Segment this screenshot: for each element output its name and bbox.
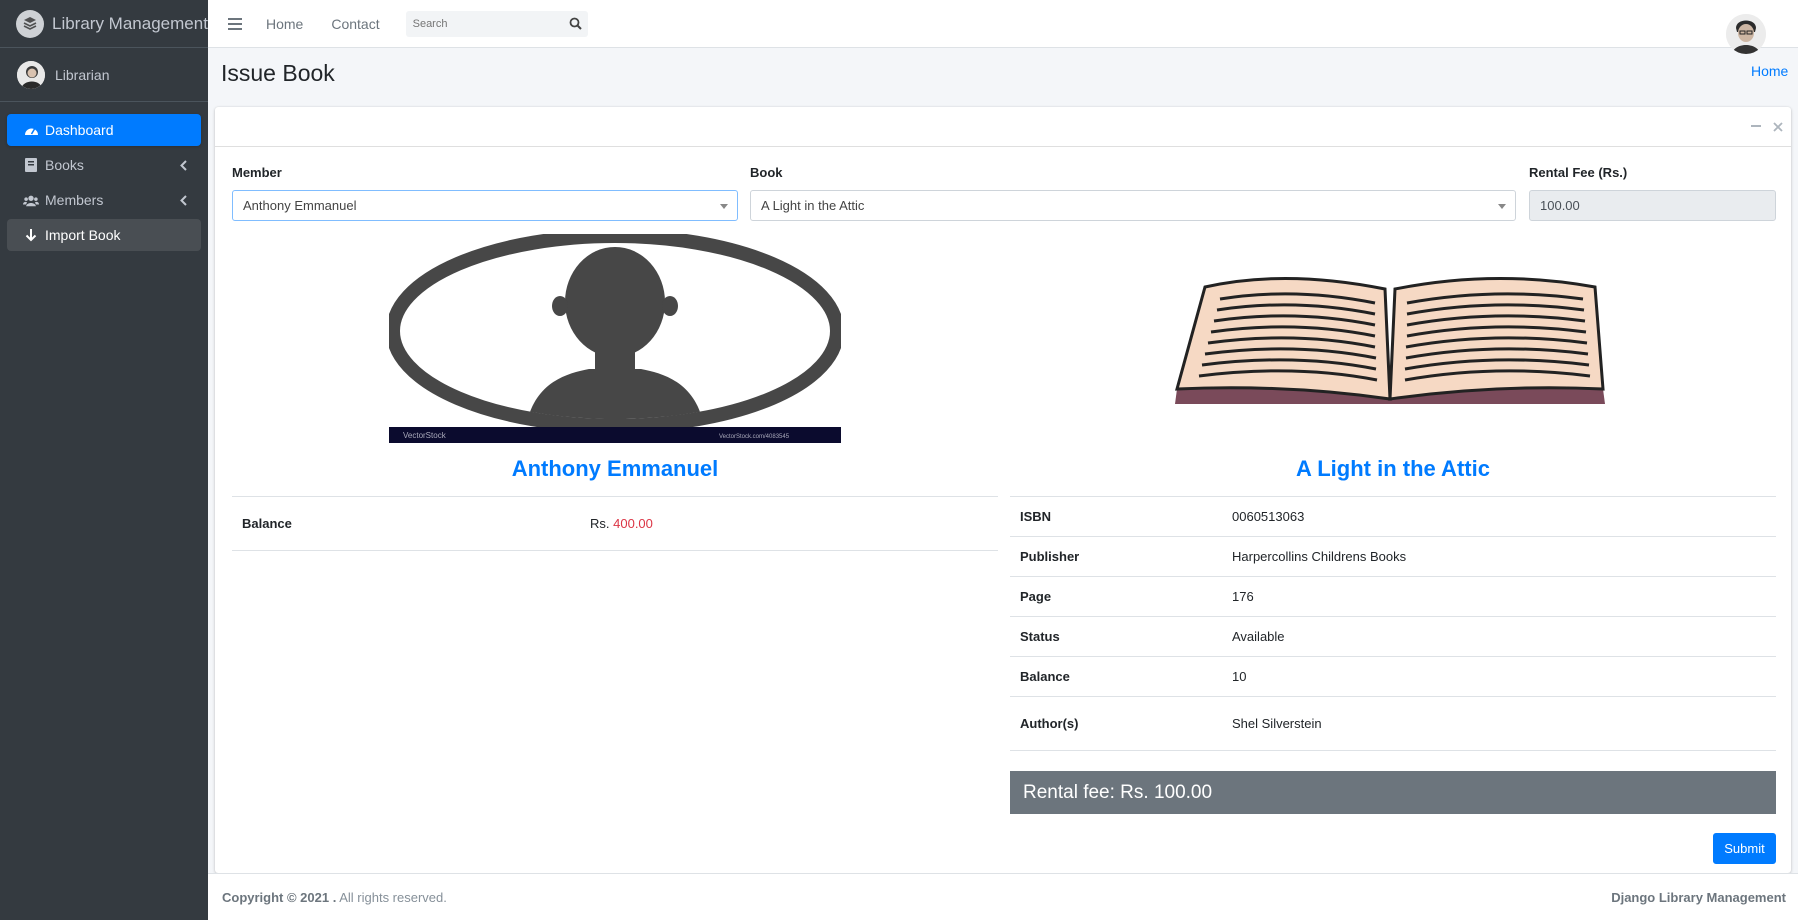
table-row: ISBN 0060513063 xyxy=(1010,497,1776,537)
submit-button[interactable]: Submit xyxy=(1713,833,1776,864)
table-row: Balance Rs. 400.00 xyxy=(232,497,998,551)
book-info-table: ISBN 0060513063 Publisher Harpercollins Ch… xyxy=(1010,496,1776,751)
sidebar-item-members[interactable]: Members xyxy=(7,184,201,216)
footer: Copyright © 2021 . All rights reserved. … xyxy=(208,873,1798,920)
rental-fee-input[interactable]: 100.00 xyxy=(1529,190,1776,221)
chevron-left-icon xyxy=(180,158,187,174)
arrow-down-icon xyxy=(23,228,39,242)
issue-book-card: Member Anthony Emmanuel Book A Light in … xyxy=(215,107,1791,873)
chevron-left-icon xyxy=(180,193,187,209)
nav-link-home[interactable]: Home xyxy=(266,16,303,32)
table-value: Harpercollins Childrens Books xyxy=(1232,549,1407,564)
member-info-table: Balance Rs. 400.00 xyxy=(232,496,998,551)
users-icon xyxy=(23,194,39,207)
book-select[interactable]: A Light in the Attic xyxy=(750,190,1516,221)
member-name-heading: Anthony Emmanuel xyxy=(511,456,719,481)
card-tools xyxy=(1751,119,1783,135)
balance-prefix: Rs. xyxy=(590,516,610,531)
user-avatar[interactable] xyxy=(1726,14,1766,54)
sidebar: Library Management Librarian Dashboard B… xyxy=(0,0,208,920)
tachometer-icon xyxy=(23,124,39,137)
watermark-text: VectorStock xyxy=(403,431,447,440)
sidebar-item-label: Members xyxy=(45,192,104,208)
library-logo-icon xyxy=(16,9,44,38)
table-row: Page 176 xyxy=(1010,577,1776,617)
user-panel[interactable]: Librarian xyxy=(0,48,208,102)
table-key: Status xyxy=(1020,629,1060,644)
member-select-value: Anthony Emmanuel xyxy=(243,198,357,213)
user-name[interactable]: Librarian xyxy=(55,67,109,83)
table-value: 0060513063 xyxy=(1232,509,1305,524)
sidebar-item-books[interactable]: Books xyxy=(7,149,201,181)
sidebar-nav: Dashboard Books Members Import Book xyxy=(0,102,208,266)
rental-fee-summary: Rental fee: Rs. 100.00 xyxy=(1010,771,1776,814)
member-label: Member xyxy=(232,165,282,180)
sidebar-item-dashboard[interactable]: Dashboard xyxy=(7,114,201,146)
search-box xyxy=(405,10,588,37)
table-key: Balance xyxy=(1020,669,1070,684)
dropdown-caret-icon xyxy=(720,204,728,209)
table-value: 176 xyxy=(1232,589,1254,604)
table-value: Rs. 400.00 xyxy=(590,516,653,531)
dropdown-caret-icon xyxy=(1498,204,1506,209)
search-icon[interactable] xyxy=(569,17,582,33)
table-key: Page xyxy=(1020,589,1052,604)
breadcrumb-home[interactable]: Home xyxy=(1751,63,1788,79)
book-label: Book xyxy=(750,165,783,180)
rights-text: All rights reserved. xyxy=(336,890,447,905)
book-icon xyxy=(23,158,39,172)
table-value: Shel Silverstein xyxy=(1232,716,1322,731)
table-key: Balance xyxy=(242,516,292,531)
nav-link-contact[interactable]: Contact xyxy=(331,16,379,32)
footer-app-name: Django Library Management xyxy=(1611,890,1786,905)
table-key: ISBN xyxy=(1020,509,1052,524)
page-title: Issue Book xyxy=(221,60,335,86)
table-key: Author(s) xyxy=(1020,716,1079,731)
footer-copyright: Copyright © 2021 . All rights reserved. xyxy=(222,890,447,905)
table-row: Balance 10 xyxy=(1010,657,1776,697)
table-row: Publisher Harpercollins Childrens Books xyxy=(1010,537,1776,577)
book-select-value: A Light in the Attic xyxy=(761,198,865,213)
close-icon[interactable] xyxy=(1773,119,1783,135)
brand-text: Library Management xyxy=(52,13,208,33)
rental-fee-label: Rental Fee (Rs.) xyxy=(1529,165,1628,180)
member-select[interactable]: Anthony Emmanuel xyxy=(232,190,738,221)
sidebar-item-import-book[interactable]: Import Book xyxy=(7,219,201,251)
sidebar-item-label: Books xyxy=(45,157,84,173)
hamburger-menu-icon[interactable] xyxy=(228,17,242,30)
table-value: 10 xyxy=(1232,669,1247,684)
book-title-heading: A Light in the Attic xyxy=(1296,456,1490,481)
book-photo xyxy=(1165,259,1615,414)
table-row: Status Available xyxy=(1010,617,1776,657)
sidebar-item-label: Import Book xyxy=(45,227,121,243)
card-header xyxy=(215,107,1791,147)
member-photo: VectorStock VectorStock.com/4083545 xyxy=(386,229,844,443)
brand-link[interactable]: Library Management xyxy=(0,0,208,48)
top-navbar: Home Contact xyxy=(208,0,1798,48)
minimize-icon[interactable] xyxy=(1751,125,1761,127)
sidebar-item-label: Dashboard xyxy=(45,122,114,138)
copyright-text: Copyright © 2021 . xyxy=(222,890,337,905)
search-input[interactable] xyxy=(412,17,553,30)
table-key: Publisher xyxy=(1020,549,1080,564)
table-row: Author(s) Shel Silverstein xyxy=(1010,697,1776,751)
table-value: Available xyxy=(1232,629,1285,644)
balance-amount: 400.00 xyxy=(613,516,653,531)
avatar xyxy=(17,60,45,89)
watermark-url: VectorStock.com/4083545 xyxy=(719,434,790,440)
